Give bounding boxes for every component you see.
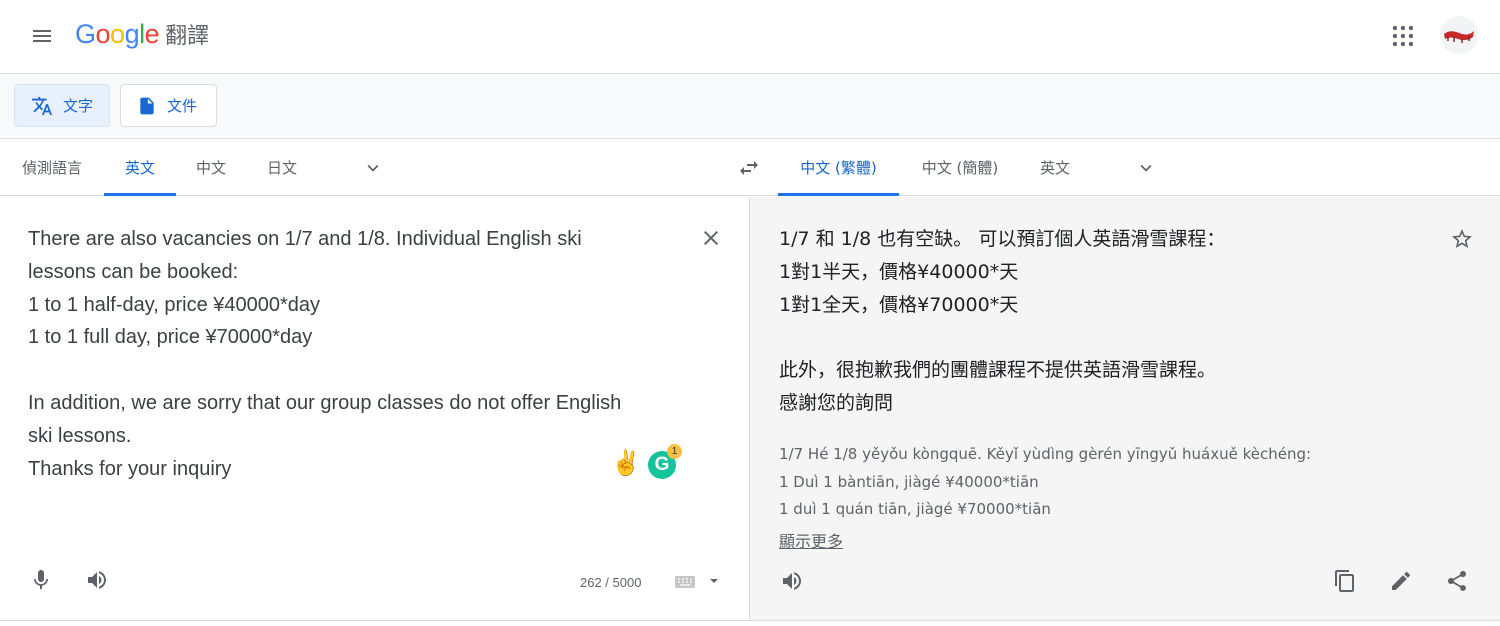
text-mode-button[interactable]: 文字 bbox=[14, 84, 110, 127]
google-apps-button[interactable] bbox=[1383, 16, 1423, 56]
main-menu-button[interactable] bbox=[22, 16, 62, 56]
target-lang-more-button[interactable] bbox=[1131, 153, 1161, 183]
swap-arrows-icon bbox=[740, 161, 758, 175]
keyboard-icon bbox=[675, 576, 695, 588]
romanization-line: 1/7 Hé 1/8 yěyǒu kòngquē. Kěyǐ yùdìng gè… bbox=[779, 445, 1312, 463]
translation-line: 1對1全天，價格¥70000*天 bbox=[779, 293, 1019, 316]
lang-tab-label: 日文 bbox=[266, 159, 297, 177]
share-translation-button[interactable] bbox=[1442, 566, 1472, 596]
caret-down-icon bbox=[710, 579, 718, 583]
source-line: In addition, we are sorry that our group… bbox=[28, 391, 622, 414]
romanization-text: 1/7 Hé 1/8 yěyǒu kòngquē. Kěyǐ yùdìng gè… bbox=[779, 441, 1399, 524]
save-translation-button[interactable] bbox=[1448, 225, 1476, 253]
target-lang-traditional-chinese[interactable]: 中文 (繁體) bbox=[778, 139, 899, 196]
logo-letter: G bbox=[75, 19, 96, 49]
victory-hand-extension-icon[interactable]: ✌️ bbox=[611, 449, 641, 478]
translation-line: 1/7 和 1/8 也有空缺。 可以預訂個人英語滑雪課程： bbox=[779, 228, 1226, 250]
translation-line: 此外，很抱歉我們的團體課程不提供英語滑雪課程。 bbox=[779, 359, 1217, 382]
source-lang-japanese[interactable]: 日文 bbox=[246, 139, 318, 196]
share-icon bbox=[1448, 571, 1466, 591]
translation-line: 感謝您的詢問 bbox=[779, 391, 894, 414]
lang-tab-label: 中文 (繁體) bbox=[800, 159, 877, 177]
source-text-panel[interactable]: There are also vacancies on 1/7 and 1/8.… bbox=[0, 197, 749, 620]
text-mode-label: 文字 bbox=[63, 97, 94, 115]
document-mode-label: 文件 bbox=[167, 97, 198, 115]
pencil-icon bbox=[1392, 571, 1411, 590]
lang-tab-label: 中文 bbox=[195, 159, 226, 177]
source-lang-chinese[interactable]: 中文 bbox=[176, 139, 246, 196]
apps-grid-icon bbox=[1392, 25, 1414, 47]
translation-line: 1對1半天，價格¥40000*天 bbox=[779, 260, 1019, 283]
chevron-down-icon bbox=[367, 164, 379, 172]
listen-translation-button[interactable] bbox=[777, 566, 807, 596]
app-header: Google 翻譯 bbox=[0, 0, 1500, 74]
character-count: 262 / 5000 bbox=[580, 575, 642, 590]
star-outline-icon bbox=[1452, 229, 1472, 248]
target-lang-simplified-chinese[interactable]: 中文 (簡體) bbox=[899, 139, 1021, 196]
source-lang-detect[interactable]: 偵測語言 bbox=[0, 139, 104, 196]
romanization-line: 1 duì 1 quán tiān, jiàgé ¥70000*tiān bbox=[779, 500, 1051, 518]
account-avatar[interactable] bbox=[1440, 16, 1478, 54]
hamburger-menu-icon bbox=[33, 30, 51, 42]
translation-text: 1/7 和 1/8 也有空缺。 可以預訂個人英語滑雪課程： 1對1半天，價格¥4… bbox=[779, 223, 1419, 420]
logo-letter: e bbox=[144, 19, 160, 49]
translation-mode-bar: 文字 文件 bbox=[0, 74, 1500, 139]
suggest-edit-button[interactable] bbox=[1386, 566, 1416, 596]
romanization-line: 1 Duì 1 bàntiān, jiàgé ¥40000*tiān bbox=[779, 472, 1039, 491]
logo-letter: o bbox=[95, 19, 111, 49]
source-line: 1 to 1 full day, price ¥70000*day bbox=[28, 326, 313, 349]
translation-output-panel: 1/7 和 1/8 也有空缺。 可以預訂個人英語滑雪課程： 1對1半天，價格¥4… bbox=[749, 197, 1500, 620]
swap-languages-button[interactable] bbox=[734, 153, 764, 183]
page-bottom-divider bbox=[0, 620, 1500, 626]
copy-icon bbox=[1335, 570, 1354, 592]
listen-source-button[interactable] bbox=[82, 565, 112, 595]
source-line: Thanks for your inquiry bbox=[28, 457, 232, 480]
grammarly-badge: 1 bbox=[667, 444, 682, 459]
lang-tab-label: 偵測語言 bbox=[21, 159, 82, 177]
google-translate-logo[interactable]: Google 翻譯 bbox=[75, 18, 209, 50]
microphone-icon bbox=[34, 570, 48, 589]
source-lang-english[interactable]: 英文 bbox=[104, 139, 176, 196]
source-line: ski lessons. bbox=[28, 424, 132, 447]
voice-input-button[interactable] bbox=[26, 565, 56, 595]
source-line: 1 to 1 half-day, price ¥40000*day bbox=[28, 293, 321, 316]
logo-letter: o bbox=[110, 19, 125, 49]
copy-translation-button[interactable] bbox=[1330, 566, 1360, 596]
input-tools-button[interactable] bbox=[672, 572, 698, 592]
translation-line bbox=[779, 321, 1419, 354]
source-line: lessons can be booked: bbox=[28, 260, 239, 283]
lang-tab-label: 英文 bbox=[1039, 159, 1070, 177]
source-line: There are also vacancies on 1/7 and 1/8.… bbox=[28, 228, 582, 250]
show-more-link[interactable]: 顯示更多 bbox=[779, 528, 843, 552]
product-name: 翻譯 bbox=[165, 24, 210, 49]
close-icon bbox=[704, 231, 718, 245]
grammarly-letter: G bbox=[654, 454, 670, 475]
logo-letter: g bbox=[124, 19, 140, 49]
avatar-image-icon bbox=[1444, 31, 1474, 43]
language-bar: 偵測語言 英文 中文 日文 中文 (繁體) 中文 (簡體) 英文 bbox=[0, 139, 1500, 196]
source-lang-more-button[interactable] bbox=[358, 153, 388, 183]
source-line bbox=[28, 354, 668, 387]
translate-icon bbox=[31, 95, 53, 117]
document-icon bbox=[137, 96, 157, 116]
document-mode-button[interactable]: 文件 bbox=[120, 84, 217, 127]
speaker-icon bbox=[88, 571, 106, 589]
clear-source-button[interactable] bbox=[697, 224, 725, 252]
source-text-input[interactable]: There are also vacancies on 1/7 and 1/8.… bbox=[28, 223, 668, 485]
google-wordmark: Google bbox=[75, 19, 160, 50]
input-tools-menu-button[interactable] bbox=[706, 573, 722, 589]
chevron-down-icon bbox=[1140, 164, 1152, 172]
speaker-icon bbox=[783, 572, 801, 590]
target-lang-english[interactable]: 英文 bbox=[1021, 139, 1089, 196]
lang-tab-label: 中文 (簡體) bbox=[921, 159, 999, 177]
lang-tab-label: 英文 bbox=[124, 159, 155, 177]
